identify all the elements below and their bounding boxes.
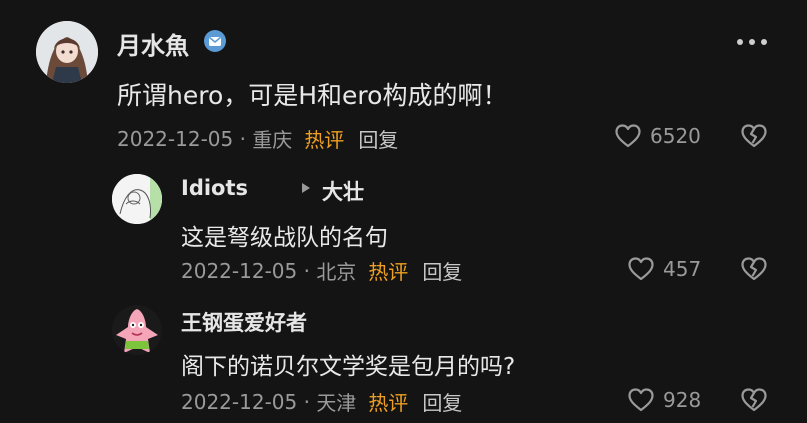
reply-location: 北京 [316, 260, 357, 284]
reply-location: 天津 [316, 391, 357, 415]
comment-location: 重庆 [252, 128, 293, 152]
broken-heart-icon[interactable] [740, 256, 768, 282]
hot-comment-label: 热评 [368, 391, 409, 415]
hot-comment-label: 热评 [304, 128, 345, 152]
reply-meta: 2022-12-05 · 天津 热评 回复 [181, 387, 462, 416]
hot-comment-label: 热评 [368, 260, 409, 284]
like-count: 928 [663, 388, 702, 412]
heart-icon [627, 256, 655, 282]
reply-date: 2022-12-05 [181, 258, 298, 283]
reply-meta: 2022-12-05 · 北京 热评 回复 [181, 256, 462, 285]
comment-meta: 2022-12-05 · 重庆 热评 回复 [117, 124, 398, 153]
heart-icon [627, 387, 655, 413]
comment-author-name[interactable]: 月水魚 [117, 26, 189, 61]
like-button[interactable]: 6520 [614, 123, 701, 149]
reply-avatar[interactable] [112, 174, 162, 224]
reply-author-name[interactable]: 王钢蛋爱好者 [181, 307, 307, 337]
comment-date: 2022-12-05 [117, 126, 234, 151]
reply-author-name[interactable]: Idiots [181, 176, 248, 200]
like-button[interactable]: 928 [627, 387, 701, 413]
meta-separator: · [297, 389, 317, 414]
reply-date: 2022-12-05 [181, 389, 298, 414]
reply-button[interactable]: 回复 [422, 387, 462, 416]
broken-heart-icon[interactable] [740, 387, 768, 413]
author-avatar[interactable] [36, 21, 98, 83]
reply-button[interactable]: 回复 [358, 124, 398, 153]
heart-icon [614, 123, 642, 149]
meta-separator: · [297, 258, 317, 283]
verified-badge-icon [203, 29, 227, 53]
reply-to-name[interactable]: 大壮 [322, 176, 364, 206]
reply-button[interactable]: 回复 [422, 256, 462, 285]
like-button[interactable]: 457 [627, 256, 701, 282]
reply-text: 阁下的诺贝尔文学奖是包月的吗? [181, 354, 516, 380]
broken-heart-icon[interactable] [740, 123, 768, 149]
reply-text: 这是弩级战队的名句 [181, 225, 388, 251]
reply-to-arrow-icon [300, 182, 312, 194]
meta-separator: · [233, 126, 253, 151]
like-count: 457 [663, 257, 702, 281]
like-count: 6520 [650, 124, 701, 148]
more-dots-icon[interactable] [736, 38, 768, 46]
reply-avatar[interactable] [112, 305, 162, 355]
comment-text: 所谓hero，可是H和ero构成的啊！ [117, 81, 508, 110]
